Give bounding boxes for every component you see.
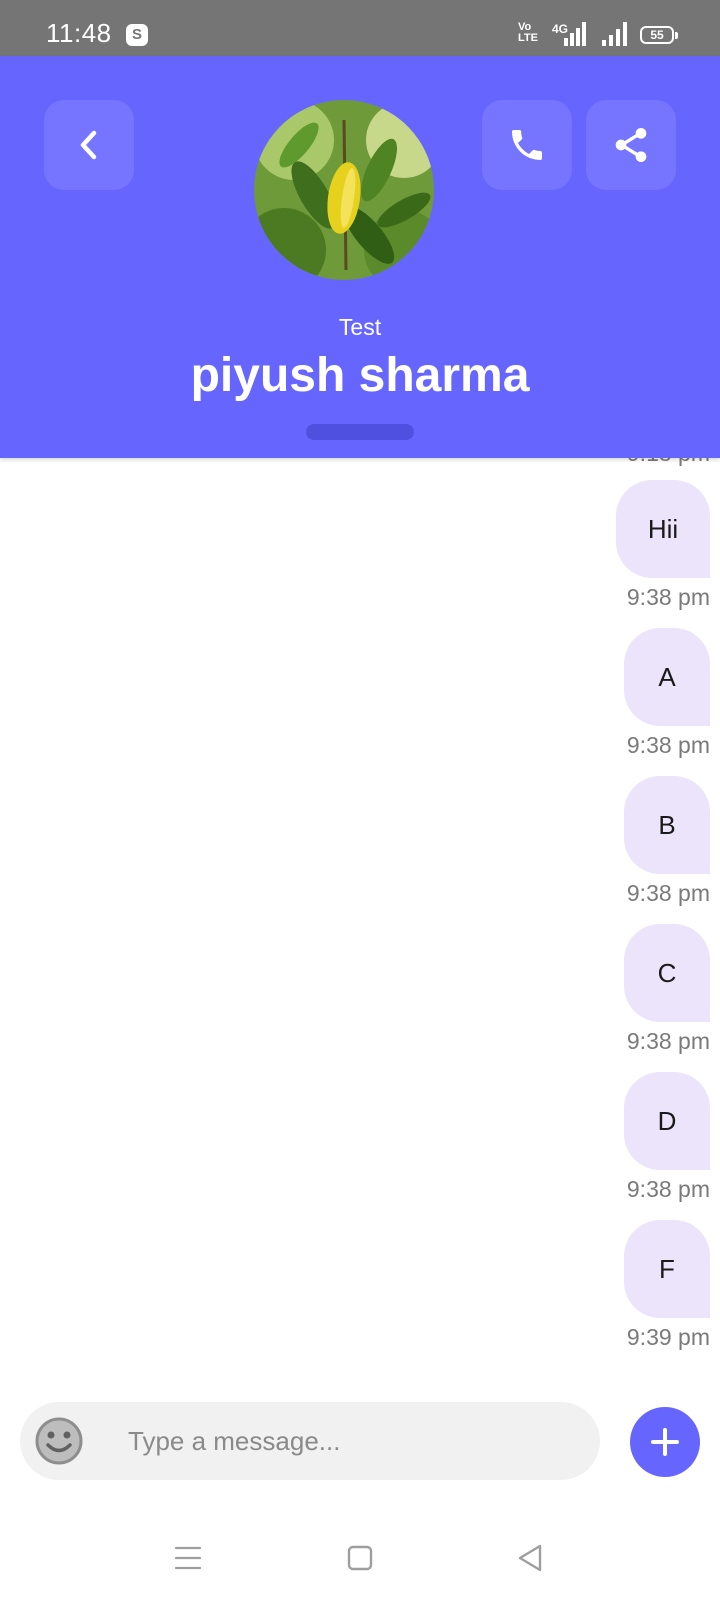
message-composer [20, 1402, 600, 1480]
call-button[interactable] [482, 100, 572, 190]
message-bubble[interactable]: C [624, 924, 710, 1022]
contact-avatar[interactable] [254, 100, 434, 280]
chevron-left-icon [80, 130, 97, 160]
message-input[interactable] [128, 1416, 578, 1466]
message-bubble[interactable]: D [624, 1072, 710, 1170]
message-item[interactable]: Hii 9:38 pm [616, 480, 710, 611]
message-time: 9:38 pm [626, 584, 710, 610]
status-time: 11:48 [46, 18, 112, 48]
message-time: 9:39 pm [626, 1324, 710, 1350]
message-bubble[interactable]: Hii [616, 480, 710, 578]
message-item[interactable]: C 9:38 pm [624, 924, 710, 1055]
battery-icon: 55 [640, 26, 678, 44]
drag-handle[interactable] [306, 424, 414, 440]
skype-notification-icon: S [126, 24, 148, 46]
phone-icon [512, 130, 542, 160]
plus-icon [651, 1428, 679, 1456]
message-time: 9:38 pm [626, 1028, 710, 1054]
share-button[interactable] [586, 100, 676, 190]
message-time: 9:38 pm [626, 1176, 710, 1202]
volte-icon: Vo LTE [518, 21, 538, 44]
contact-subtitle: Test [338, 314, 382, 340]
message-bubble[interactable]: F [624, 1220, 710, 1318]
back-triangle-icon [518, 1544, 542, 1572]
message-time: 9:38 pm [626, 732, 710, 758]
signal-sim2-icon [602, 22, 627, 46]
message-time: 9:38 pm [626, 880, 710, 906]
add-attachment-button[interactable] [630, 1407, 700, 1477]
message-item[interactable]: B 9:38 pm [624, 776, 710, 907]
status-bar: 11:48 S Vo LTE 4G 55 [0, 0, 720, 56]
message-list[interactable]: 9:18 pm Hii 9:38 pm A 9:38 pm B 9:38 pm … [0, 440, 720, 1378]
message-item[interactable]: D 9:38 pm [624, 1072, 710, 1203]
back-button[interactable] [44, 100, 134, 190]
contact-name: piyush sharma [190, 349, 530, 402]
home-square-icon [347, 1545, 373, 1571]
chat-header: Test piyush sharma [0, 56, 720, 458]
signal-sim1-icon [564, 22, 586, 46]
message-item[interactable]: F 9:39 pm [624, 1220, 710, 1351]
message-bubble[interactable]: A [624, 628, 710, 726]
share-icon [615, 128, 647, 162]
recents-button[interactable] [168, 1538, 208, 1578]
smiley-icon [35, 1417, 83, 1465]
emoji-button[interactable] [34, 1416, 84, 1466]
system-nav-bar [0, 1520, 720, 1600]
message-item[interactable]: A 9:38 pm [624, 628, 710, 759]
system-back-button[interactable] [510, 1538, 550, 1578]
message-bubble[interactable]: B [624, 776, 710, 874]
avatar-leaf-photo [254, 100, 434, 280]
menu-icon [174, 1546, 202, 1570]
home-button[interactable] [340, 1538, 380, 1578]
